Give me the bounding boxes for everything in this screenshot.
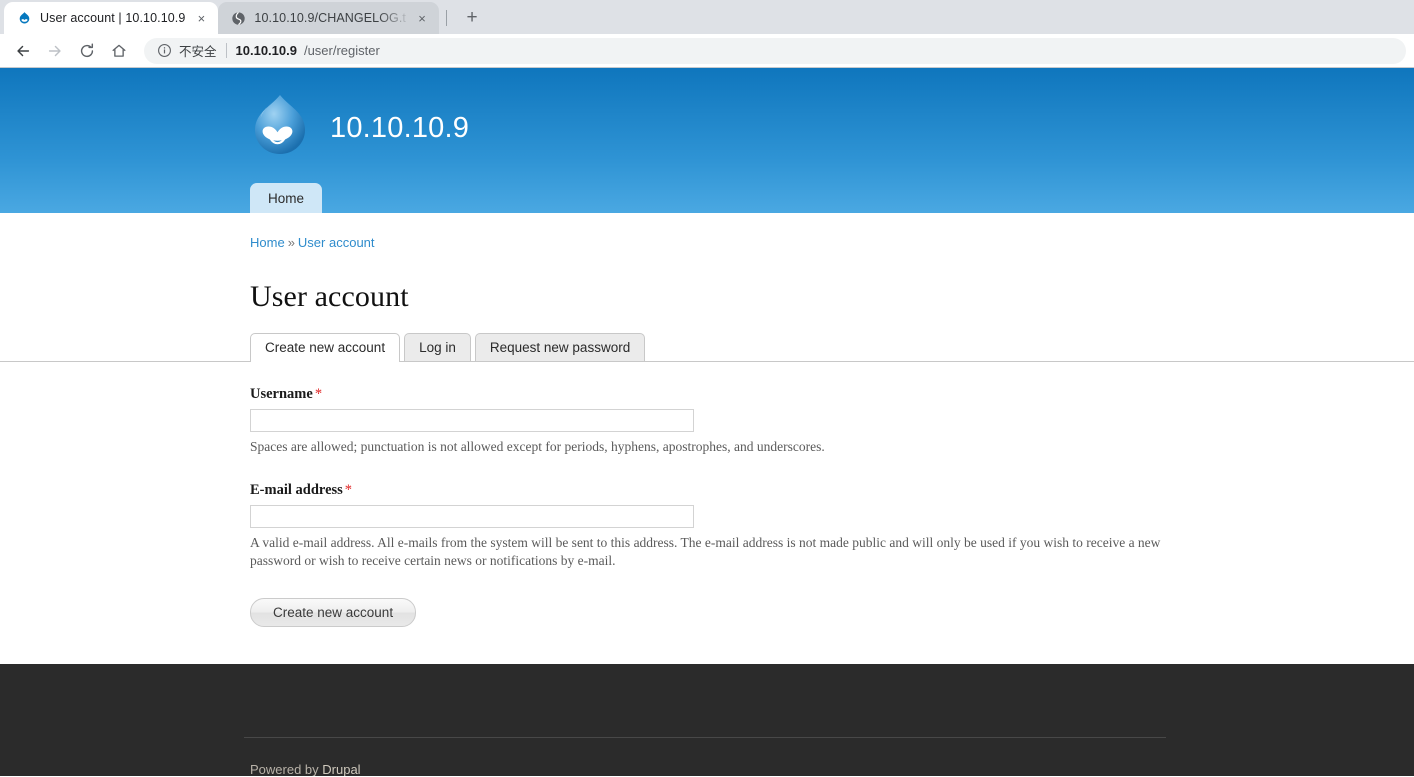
tab-request-new-password[interactable]: Request new password (475, 333, 645, 362)
breadcrumb-separator: » (288, 235, 295, 250)
form-item-username: Username* Spaces are allowed; punctuatio… (250, 386, 1170, 456)
email-label-text: E-mail address (250, 482, 343, 498)
drupal-droplet-logo-icon (250, 91, 310, 166)
form-item-email: E-mail address* A valid e-mail address. … (250, 482, 1170, 570)
tab-create-new-account[interactable]: Create new account (250, 333, 400, 362)
powered-by-prefix: Powered by (250, 762, 322, 776)
new-tab-button[interactable]: + (458, 3, 486, 31)
required-marker: * (345, 482, 352, 498)
site-branding[interactable]: 10.10.10.9 (244, 68, 1170, 166)
browser-toolbar: 不安全 10.10.10.9/user/register (0, 34, 1414, 68)
security-status-label: 不安全 (179, 41, 217, 60)
info-circle-icon[interactable] (156, 43, 172, 59)
breadcrumb: Home»User account (244, 213, 1170, 250)
user-register-form: Username* Spaces are allowed; punctuatio… (244, 362, 1170, 627)
reload-icon[interactable] (72, 36, 102, 66)
forward-arrow-icon[interactable] (40, 36, 70, 66)
breadcrumb-item-user-account[interactable]: User account (298, 235, 375, 250)
browser-tab-title: User account | 10.10.10.9 (40, 11, 185, 25)
create-new-account-button[interactable]: Create new account (250, 598, 416, 627)
url-path: /user/register (304, 43, 380, 58)
tab-separator (446, 10, 447, 26)
site-footer: Powered by Drupal (0, 664, 1414, 776)
form-actions: Create new account (250, 598, 1170, 627)
close-icon[interactable]: × (414, 10, 430, 26)
page-title: User account (250, 280, 1170, 314)
required-marker: * (315, 386, 322, 402)
browser-chrome: User account | 10.10.10.9 × 10.10.10.9/C… (0, 0, 1414, 68)
site-header: 10.10.10.9 Home (0, 68, 1414, 213)
username-input[interactable] (250, 409, 694, 432)
back-arrow-icon[interactable] (8, 36, 38, 66)
tabs-underline (0, 361, 1414, 362)
email-label: E-mail address* (250, 482, 1170, 499)
powered-by: Powered by Drupal (250, 762, 361, 776)
drupal-favicon-icon (16, 10, 32, 26)
globe-favicon-icon (230, 10, 246, 26)
omnibox-divider (226, 43, 227, 58)
site-name: 10.10.10.9 (330, 112, 469, 145)
email-input[interactable] (250, 505, 694, 528)
username-label: Username* (250, 386, 1170, 403)
home-icon[interactable] (104, 36, 134, 66)
browser-tab-strip: User account | 10.10.10.9 × 10.10.10.9/C… (0, 0, 1414, 34)
address-bar[interactable]: 不安全 10.10.10.9/user/register (144, 38, 1406, 64)
page-viewport: 10.10.10.9 Home Home»User account User a… (0, 68, 1414, 776)
browser-tab-0[interactable]: User account | 10.10.10.9 × (4, 2, 218, 34)
footer-divider (244, 737, 1166, 738)
email-description: A valid e-mail address. All e-mails from… (250, 534, 1164, 570)
drupal-link[interactable]: Drupal (322, 762, 360, 776)
breadcrumb-item-home[interactable]: Home (250, 235, 285, 250)
nav-item-home[interactable]: Home (250, 183, 322, 213)
page-content: Home»User account User account Create ne… (244, 213, 1170, 627)
main-navigation: Home (250, 183, 322, 213)
tab-log-in[interactable]: Log in (404, 333, 471, 362)
browser-tab-title: 10.10.10.9/CHANGELOG.t (254, 11, 406, 25)
username-description: Spaces are allowed; punctuation is not a… (250, 438, 1164, 456)
local-task-tabs: Create new account Log in Request new pa… (244, 334, 1170, 362)
username-label-text: Username (250, 386, 313, 402)
browser-tab-1[interactable]: 10.10.10.9/CHANGELOG.t × (218, 2, 439, 34)
close-icon[interactable]: × (193, 10, 209, 26)
url-host: 10.10.10.9 (236, 43, 297, 58)
